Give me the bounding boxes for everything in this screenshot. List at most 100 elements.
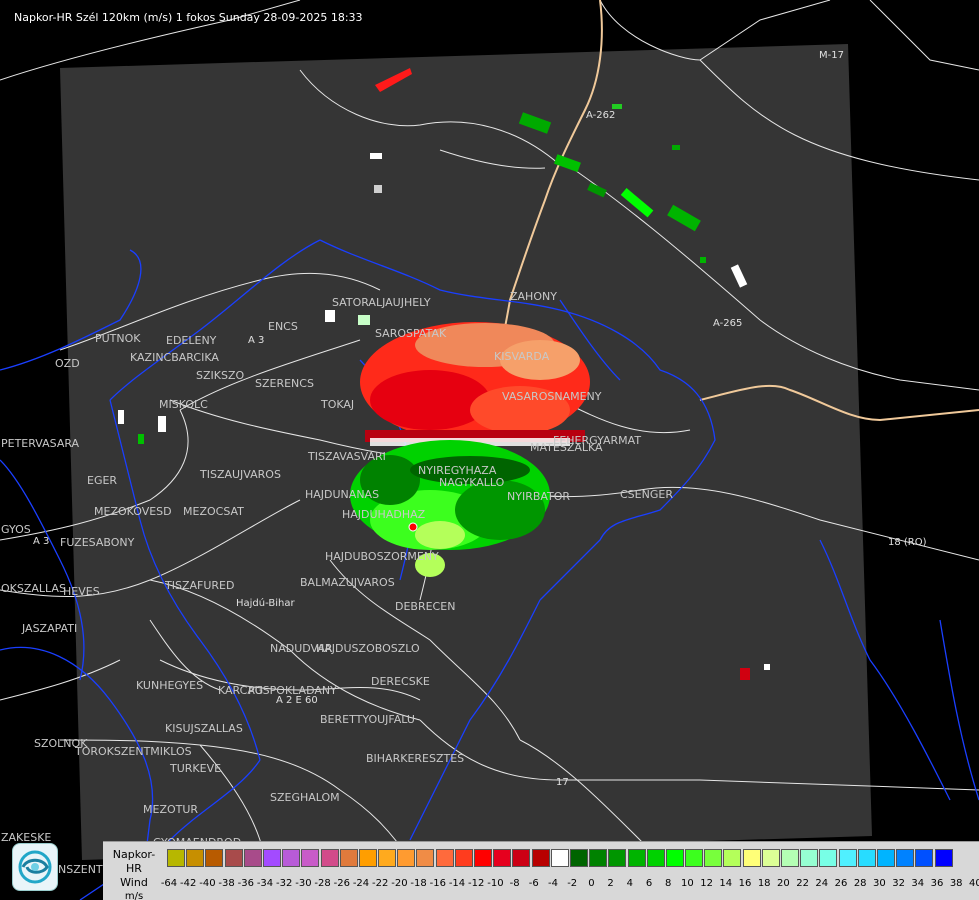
- legend-swatch: [474, 849, 492, 867]
- place-label: EGER: [87, 474, 118, 487]
- legend-tick-label: 18: [757, 878, 771, 889]
- place-label: SAROSPATAK: [375, 327, 447, 340]
- place-label: HAJDUSZOBOSZLO: [316, 642, 420, 655]
- legend-tick-label: 34: [911, 878, 925, 889]
- place-label: SATORALJAUJHELY: [332, 296, 431, 309]
- legend-swatch: [761, 849, 780, 867]
- legend-tick-label: -38: [218, 878, 235, 889]
- place-label: TISZAFURED: [165, 579, 235, 592]
- place-label: PUTNOK: [95, 332, 141, 345]
- legend-swatch: [243, 849, 262, 867]
- legend-swatch: [550, 849, 569, 867]
- legend-tick-label: 40: [969, 878, 979, 889]
- legend-title: Napkor-HR Wind m/s: [106, 848, 162, 900]
- road-label: A 2 E 60: [276, 695, 318, 706]
- place-label: EDELENY: [166, 334, 217, 347]
- road-label: 18 (RO): [888, 537, 927, 548]
- place-label: BERETTYOUJFALU: [320, 713, 415, 726]
- legend-tick-label: 28: [853, 878, 867, 889]
- legend-swatch: [397, 849, 416, 867]
- legend-swatches: [167, 849, 954, 867]
- legend-swatch: [819, 849, 838, 867]
- legend-tick-label: -28: [314, 878, 331, 889]
- legend-tick-label: 36: [930, 878, 944, 889]
- napkor-logo-icon: [12, 843, 58, 891]
- place-label: OKSZALLAS: [1, 582, 66, 595]
- legend-tick-label: -34: [256, 878, 274, 889]
- legend-tick-label: 20: [777, 878, 790, 889]
- legend-tick-label: 6: [645, 878, 653, 889]
- legend-tick-label: -22: [372, 878, 389, 889]
- legend-swatch: [186, 849, 205, 867]
- place-label: MATESZALKA: [530, 441, 603, 454]
- place-label: ENCS: [268, 320, 298, 333]
- place-label: MEZOTUR: [143, 803, 199, 816]
- place-label: TURKEVE: [170, 762, 222, 775]
- legend-swatch: [282, 849, 301, 867]
- place-label: NYIRBATOR: [507, 490, 571, 503]
- legend-swatch: [378, 849, 397, 867]
- place-label: NAGYKALLO: [439, 476, 505, 489]
- legend-swatch: [512, 849, 531, 867]
- legend-tick-label: 4: [626, 878, 633, 889]
- legend-ticks: -64 -42 -40 -38 -36 -34 -32 -30 -28 -26 -24 -22 -20-…: [161, 878, 979, 892]
- legend-title-line2: Wind: [120, 876, 148, 889]
- place-label: ZAHONY: [510, 290, 557, 303]
- road-label: A-265: [713, 318, 743, 329]
- legend-swatch: [876, 849, 895, 867]
- place-label: CSENGER: [620, 488, 673, 501]
- legend-tick-label: -40: [199, 878, 216, 889]
- legend-swatch: [589, 849, 608, 867]
- legend-swatch: [857, 849, 876, 867]
- legend-tick-label: -18: [410, 878, 427, 889]
- legend-swatch: [781, 849, 799, 867]
- legend-swatch: [205, 849, 224, 867]
- legend-tick-label: 8: [665, 878, 672, 889]
- legend-swatch: [896, 849, 915, 867]
- legend-tick-label: -42: [180, 878, 197, 889]
- place-label: VASAROSNAMENY: [502, 390, 602, 403]
- legend-tick-label: 38: [949, 878, 963, 889]
- place-label: NSZENT: [58, 863, 103, 876]
- place-label: MISKOLC: [159, 398, 208, 411]
- place-label: HAJDUHADHAZ: [342, 508, 426, 521]
- place-label: HAJDUBOSZORMENY: [325, 550, 439, 563]
- radar-map-view: Napkor-HR Szél 120km (m/s) 1 fokos Sunda…: [0, 0, 979, 900]
- legend-swatch: [800, 849, 819, 867]
- legend-swatch: [608, 849, 627, 867]
- place-label: JASZAPATI: [22, 622, 78, 635]
- place-label: KISUJSZALLAS: [165, 722, 243, 735]
- legend-tick-label: -8: [509, 878, 520, 889]
- place-label: MEZOKOVESD: [94, 505, 172, 518]
- legend-swatch: [262, 849, 281, 867]
- place-label: KAZINCBARCIKA: [130, 351, 219, 364]
- legend-swatch: [723, 849, 742, 867]
- road-label: A-262: [586, 110, 616, 121]
- legend-tick-label: 32: [892, 878, 905, 889]
- legend-tick-label: 2: [607, 878, 614, 889]
- legend-tick-label: 22: [796, 878, 809, 889]
- legend-unit: m/s: [124, 891, 144, 900]
- place-label: TOKAJ: [321, 398, 355, 411]
- legend-tick-label: -16: [429, 878, 446, 889]
- road-label: A 3: [248, 335, 265, 346]
- map-title: Napkor-HR Szél 120km (m/s) 1 fokos Sunda…: [14, 11, 363, 24]
- legend-tick-label: -36: [237, 878, 254, 889]
- place-label: DERECSKE: [371, 675, 430, 688]
- legend-swatch: [224, 849, 243, 867]
- place-label: PETERVASARA: [1, 437, 80, 450]
- road-label: Hajdú-Bihar: [236, 598, 295, 609]
- road-label: A 3: [33, 536, 50, 547]
- place-label: SZERENCS: [255, 377, 314, 390]
- place-label: BIHARKERESZTES: [366, 752, 465, 765]
- place-label: TISZAUJVAROS: [200, 468, 281, 481]
- legend-tick-label: 26: [834, 878, 848, 889]
- place-label: HAJDUNANAS: [305, 488, 380, 501]
- place-label: DEBRECEN: [395, 600, 456, 613]
- legend-tick-label: 30: [873, 878, 886, 889]
- legend-tick-label: -32: [276, 878, 293, 889]
- place-label: KISVARDA: [494, 350, 550, 363]
- legend-swatch: [454, 849, 473, 867]
- legend-swatch: [742, 849, 761, 867]
- place-label: HEVES: [63, 585, 100, 598]
